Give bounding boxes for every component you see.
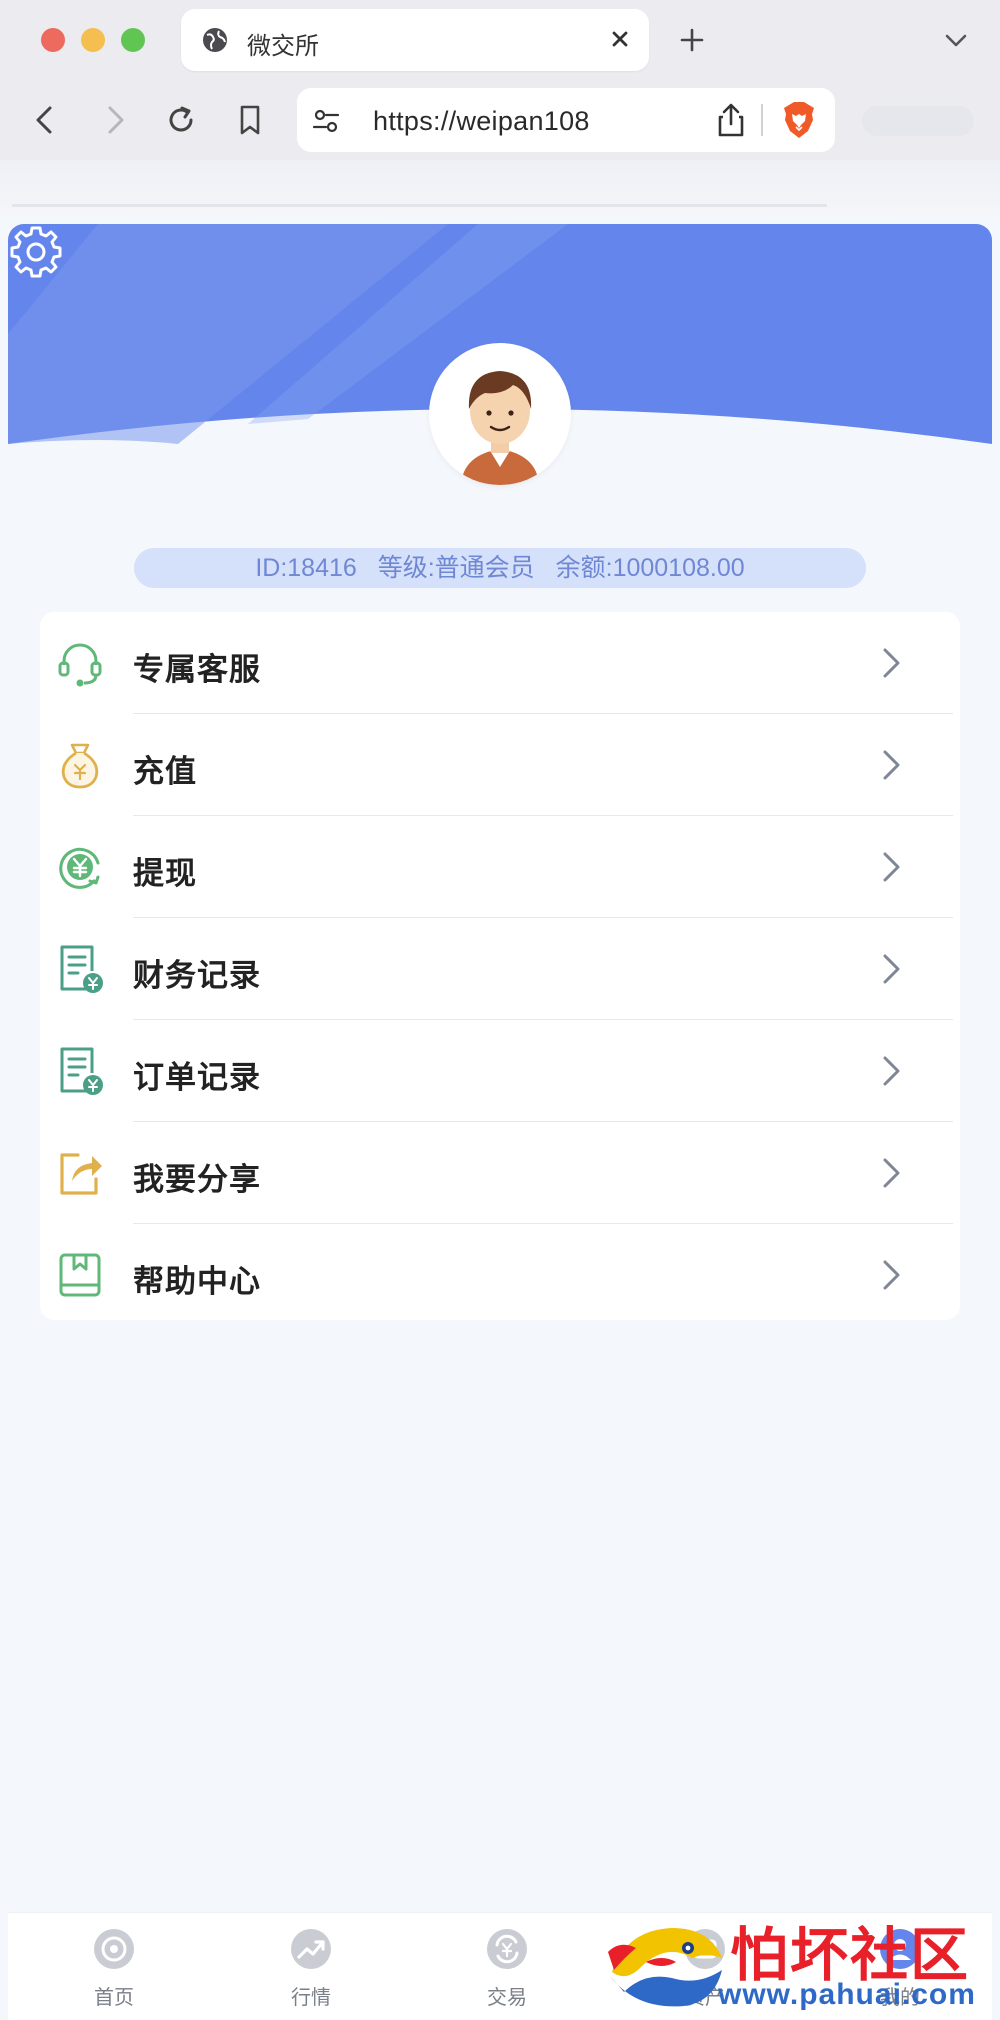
menu-label: 专属客服 bbox=[133, 652, 261, 687]
menu-label: 帮助中心 bbox=[133, 1264, 261, 1299]
tab-title: 微交所 bbox=[247, 33, 319, 60]
menu-label: 提现 bbox=[133, 856, 197, 891]
help-book-icon bbox=[59, 1253, 101, 1297]
menu-label: 充值 bbox=[133, 754, 197, 789]
bookmark-icon[interactable] bbox=[232, 102, 268, 138]
new-tab-icon[interactable] bbox=[676, 24, 708, 56]
chevron-right-icon bbox=[883, 1158, 900, 1188]
fish-logo-icon bbox=[608, 1928, 722, 2007]
order-record-icon bbox=[60, 1047, 103, 1095]
browser-tab[interactable]: 微交所 bbox=[181, 9, 649, 71]
globe-icon bbox=[203, 28, 227, 52]
chevron-right-icon bbox=[883, 852, 900, 882]
chevron-right-icon bbox=[883, 648, 900, 678]
site-settings-icon[interactable] bbox=[311, 106, 341, 136]
menu-label: 我要分享 bbox=[133, 1162, 261, 1197]
headset-icon bbox=[58, 643, 102, 687]
watermark-url: www.pahuai.com bbox=[718, 1978, 976, 2011]
header-line bbox=[12, 204, 827, 207]
menu-item-finance-records[interactable]: 财务记录 bbox=[40, 918, 960, 1020]
chevron-down-icon[interactable] bbox=[942, 28, 970, 52]
app-viewport: ID:18416 等级:普通会员 余额:1000108.00 专属客服 充值 提… bbox=[0, 216, 1000, 2020]
chevron-right-icon bbox=[883, 954, 900, 984]
tab-trade[interactable]: 交易 bbox=[447, 1927, 567, 2017]
menu-item-help-center[interactable]: 帮助中心 bbox=[40, 1224, 960, 1326]
site-watermark: 怕坏社区 www.pahuai.com bbox=[602, 1906, 1000, 2020]
finance-record-icon bbox=[60, 945, 103, 993]
gear-icon[interactable] bbox=[8, 224, 64, 280]
browser-tab-strip: 微交所 bbox=[0, 0, 1000, 80]
money-bag-icon bbox=[61, 743, 99, 789]
yuan-cycle-icon bbox=[59, 847, 100, 889]
exchange-icon bbox=[487, 1929, 527, 1969]
minimize-window-button[interactable] bbox=[81, 28, 105, 52]
account-info-bar: ID:18416 等级:普通会员 余额:1000108.00 bbox=[134, 548, 866, 588]
close-tab-icon[interactable] bbox=[605, 24, 635, 54]
browser-toolbar: https://weipan108 bbox=[0, 80, 1000, 160]
menu-item-withdraw[interactable]: 提现 bbox=[40, 816, 960, 918]
forward-arrow-icon[interactable] bbox=[96, 102, 132, 138]
tab-label: 交易 bbox=[487, 1987, 527, 2009]
menu-item-customer-service[interactable]: 专属客服 bbox=[40, 612, 960, 714]
brave-lion-icon[interactable] bbox=[781, 100, 817, 140]
menu-item-share[interactable]: 我要分享 bbox=[40, 1122, 960, 1224]
tab-label: 首页 bbox=[94, 1987, 134, 2009]
member-level: 等级:普通会员 bbox=[377, 554, 535, 582]
maximize-window-button[interactable] bbox=[121, 28, 145, 52]
toolbar-extension-placeholder bbox=[862, 106, 974, 136]
chevron-right-icon bbox=[883, 1260, 900, 1290]
share-icon bbox=[60, 1153, 102, 1195]
menu-label: 订单记录 bbox=[133, 1060, 261, 1095]
account-balance: 余额:1000108.00 bbox=[555, 554, 745, 582]
member-id: ID:18416 bbox=[255, 554, 357, 582]
share-icon[interactable] bbox=[715, 102, 747, 138]
menu-item-order-records[interactable]: 订单记录 bbox=[40, 1020, 960, 1122]
tab-home[interactable]: 首页 bbox=[54, 1927, 174, 2017]
menu-list: 专属客服 充值 提现 财务记录 订单记录 我要分享 帮助中心 bbox=[40, 612, 960, 1320]
page-header-strip bbox=[0, 160, 1000, 216]
toolbar-divider bbox=[761, 104, 763, 136]
close-window-button[interactable] bbox=[41, 28, 65, 52]
address-bar[interactable]: https://weipan108 bbox=[297, 88, 835, 152]
url-text[interactable]: https://weipan108 bbox=[373, 106, 590, 137]
reload-icon[interactable] bbox=[163, 102, 199, 138]
tab-market[interactable]: 行情 bbox=[251, 1927, 371, 2017]
chevron-right-icon bbox=[883, 1056, 900, 1086]
chevron-right-icon bbox=[883, 750, 900, 780]
menu-item-recharge[interactable]: 充值 bbox=[40, 714, 960, 816]
trend-icon bbox=[291, 1929, 331, 1969]
avatar[interactable] bbox=[429, 343, 571, 485]
menu-label: 财务记录 bbox=[133, 958, 261, 993]
tab-label: 行情 bbox=[291, 1987, 331, 2009]
home-icon bbox=[94, 1929, 134, 1969]
back-arrow-icon[interactable] bbox=[28, 102, 64, 138]
